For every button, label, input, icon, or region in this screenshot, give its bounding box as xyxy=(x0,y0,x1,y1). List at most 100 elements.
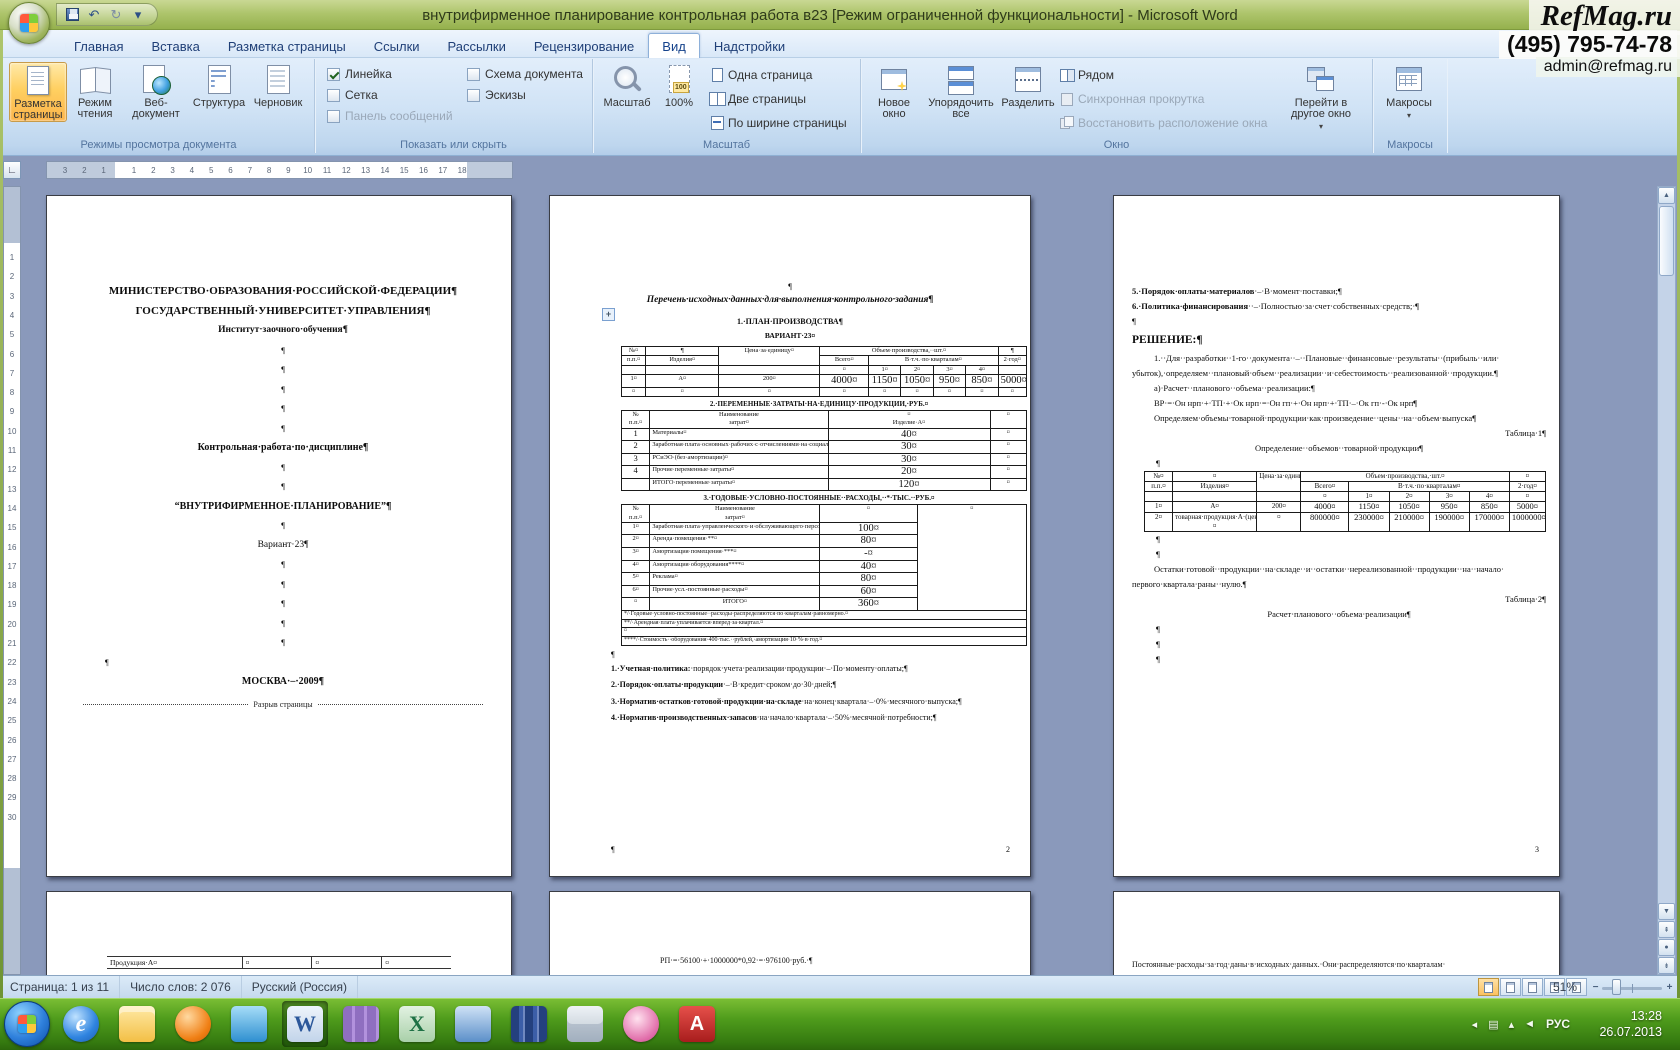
tab-рецензирование[interactable]: Рецензирование xyxy=(520,33,648,58)
синхронная-прокрутка-button[interactable]: Синхронная прокрутка xyxy=(1059,91,1267,106)
tab-надстройки[interactable]: Надстройки xyxy=(700,33,799,58)
language-indicator[interactable]: РУС xyxy=(1546,1017,1570,1031)
checkbox-сетка[interactable]: Сетка xyxy=(327,88,453,102)
hidden-icons-chevron[interactable]: ◂ xyxy=(1472,1018,1478,1031)
previous-page-button[interactable]: ⇞ xyxy=(1658,921,1675,938)
tab-stop-selector[interactable]: ∟ xyxy=(3,161,21,179)
calculator-icon[interactable] xyxy=(562,1001,608,1047)
horizontal-ruler[interactable]: 321123456789101112131415161718 xyxy=(46,161,513,179)
word-taskbar-icon[interactable]: W xyxy=(282,1001,328,1047)
table-cell: 2¤ xyxy=(622,535,650,548)
checkbox-схема-документа[interactable]: Схема документа xyxy=(467,67,583,81)
новое-окно-button[interactable]: Новое окно xyxy=(867,62,921,120)
status-view-разметка-страницы[interactable] xyxy=(1478,978,1499,996)
zoom-slider-track[interactable] xyxy=(1602,987,1662,990)
table-cell: 2¤ xyxy=(1389,492,1429,502)
redo-button[interactable]: ↻ xyxy=(107,6,125,24)
internet-explorer-icon[interactable]: e xyxy=(58,1001,104,1047)
table2-caption: 2.·ПЕРЕМЕННЫЕ·ЗАТРАТЫ·НА·ЕДИНИЦУ·ПРОДУКЦ… xyxy=(611,400,1027,408)
messenger-icon[interactable] xyxy=(226,1001,272,1047)
status-page-indicator[interactable]: Страница: 1 из 11 xyxy=(0,976,120,998)
internet-explorer-icon: e xyxy=(63,1006,99,1042)
zoom-level[interactable]: 51% xyxy=(1553,980,1577,994)
checkbox-линейка[interactable]: Линейка xyxy=(327,67,453,81)
status-view-веб-документ[interactable] xyxy=(1522,978,1543,996)
режим-чтения-button[interactable]: Режим чтения xyxy=(69,62,121,120)
winrar-icon[interactable] xyxy=(338,1001,384,1047)
table-cell: РСиЭО·(без·амортизации)¤ xyxy=(650,453,828,466)
update-tray-icon[interactable]: ▴ xyxy=(1509,1018,1515,1031)
pilcrow-mark: ¶ xyxy=(1156,637,1546,652)
100%-button[interactable]: 100100% xyxy=(655,62,703,109)
calculator-icon xyxy=(567,1006,603,1042)
next-page-button[interactable]: ⇟ xyxy=(1658,957,1675,974)
структура-button[interactable]: Структура xyxy=(191,62,247,109)
ruler-number: 15 xyxy=(4,523,20,532)
разметка-страницы-button[interactable]: Разметка страницы xyxy=(9,62,67,122)
одна-страница-button[interactable]: Одна страница xyxy=(709,67,847,82)
volume-icon[interactable]: ◄ xyxy=(1524,1018,1535,1031)
folder-icon[interactable] xyxy=(114,1001,160,1047)
table-cell: 360¤ xyxy=(820,598,917,611)
select-browse-object-button[interactable]: ● xyxy=(1658,939,1675,956)
zoom-out-button[interactable]: − xyxy=(1590,983,1601,994)
button-label: Упорядочить все xyxy=(923,98,999,120)
tab-вставка[interactable]: Вставка xyxy=(137,33,213,58)
zoom-slider-thumb[interactable] xyxy=(1612,979,1621,995)
tab-рассылки[interactable]: Рассылки xyxy=(434,33,520,58)
table-move-handle[interactable]: + xyxy=(602,308,615,321)
zoom-in-button[interactable]: + xyxy=(1664,983,1675,994)
tab-разметка-страницы[interactable]: Разметка страницы xyxy=(214,33,360,58)
tray-icons: ▤ ▴ ◄ xyxy=(1488,1018,1535,1031)
chart-app-icon[interactable] xyxy=(450,1001,496,1047)
упорядочить-все-button[interactable]: Упорядочить все xyxy=(923,62,999,120)
tab-ссылки[interactable]: Ссылки xyxy=(360,33,434,58)
scroll-up-button[interactable]: ▲ xyxy=(1658,187,1675,204)
table-cell: ¤Изделие·А¤ xyxy=(828,410,990,428)
switch-window-button[interactable]: Перейти в другое окно ▾ xyxy=(1279,62,1363,132)
восстановить-расположение-окна-button[interactable]: Восстановить расположение окна xyxy=(1059,115,1267,130)
keyboard-tray-icon[interactable]: ▤ xyxy=(1488,1018,1498,1031)
status-language[interactable]: Русский (Россия) xyxy=(242,976,358,998)
table-caption: Расчет·планового··объема·реализации¶ xyxy=(1132,607,1546,622)
office-button[interactable] xyxy=(8,2,50,44)
vertical-ruler[interactable]: 1234567891011121314151617181920212223242… xyxy=(3,186,21,975)
library-icon[interactable] xyxy=(506,1001,552,1047)
масштаб-button[interactable]: Масштаб xyxy=(601,62,653,109)
tab-главная[interactable]: Главная xyxy=(60,33,137,58)
checkbox-панель-сообщений[interactable]: Панель сообщений xyxy=(327,109,453,123)
acrobat-icon[interactable]: A xyxy=(674,1001,720,1047)
vertical-scrollbar[interactable]: ▲ ▼ ⇞ ● ⇟ xyxy=(1657,186,1676,975)
ruler-number: 16 xyxy=(4,543,20,552)
browser-orange-icon[interactable] xyxy=(170,1001,216,1047)
table-cell xyxy=(1257,492,1301,502)
две-страницы-button[interactable]: Две страницы xyxy=(709,91,847,106)
qat-customize-button[interactable]: ▾ xyxy=(129,6,147,24)
start-button[interactable] xyxy=(4,1001,50,1047)
excel-icon[interactable]: X xyxy=(394,1001,440,1047)
рядом-button[interactable]: Рядом xyxy=(1059,67,1267,82)
status-view-режим-чтения[interactable] xyxy=(1500,978,1521,996)
по-ширине-страницы-button[interactable]: По ширине страницы xyxy=(709,115,847,130)
table-cell: №¤ xyxy=(622,347,646,356)
clock-time: 13:28 xyxy=(1599,1008,1662,1024)
tab-вид[interactable]: Вид xyxy=(648,33,700,58)
taskbar-clock[interactable]: 13:28 26.07.2013 xyxy=(1599,1008,1662,1040)
ruler-number: 24 xyxy=(4,697,20,706)
table-cell: ИТОГО·переменные·затраты¤ xyxy=(650,478,828,491)
checkbox-эскизы[interactable]: Эскизы xyxy=(467,88,583,102)
scroll-down-button[interactable]: ▼ xyxy=(1658,903,1675,920)
doc-line: первого·квартала·раны··нулю.¶ xyxy=(1132,577,1546,592)
table-cell: ¶ xyxy=(646,347,719,356)
undo-button[interactable]: ↶ xyxy=(85,6,103,24)
status-word-count[interactable]: Число слов: 2 076 xyxy=(120,976,242,998)
scrollbar-thumb[interactable] xyxy=(1659,206,1674,276)
разделить-button[interactable]: Разделить xyxy=(1001,62,1055,109)
macros-button[interactable]: Макросы ▾ xyxy=(1379,62,1439,121)
веб-документ-button[interactable]: Веб-документ xyxy=(123,62,189,120)
save-icon xyxy=(66,8,79,21)
paint-icon[interactable] xyxy=(618,1001,664,1047)
table-cell: 20¤ xyxy=(828,466,990,479)
черновик-button[interactable]: Черновик xyxy=(249,62,307,109)
save-button[interactable] xyxy=(63,6,81,24)
